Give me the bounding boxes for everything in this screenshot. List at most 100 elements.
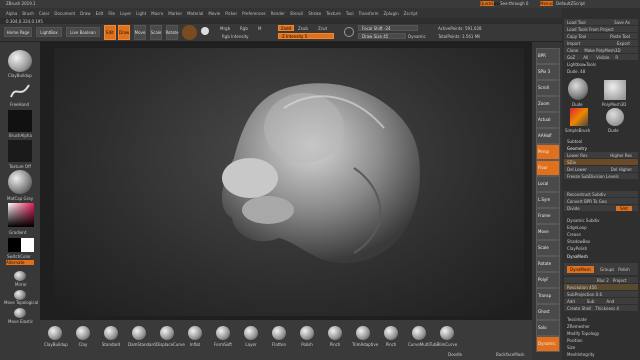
brush-slot[interactable]: ClayBuildup [44,326,68,347]
clone-button[interactable]: Clone [567,48,578,53]
brush-slot[interactable]: DisplaceCurve [156,326,185,347]
menu-item[interactable]: Color [39,11,49,16]
menu-item[interactable]: Brush [22,11,34,16]
all-button[interactable]: All [583,55,588,60]
shelf-button[interactable]: BPR [536,48,560,64]
m-button[interactable]: M [258,26,261,31]
shelf-button[interactable]: L.Sym [536,192,560,208]
live-boolean-button[interactable]: Live Boolean [66,27,100,37]
shelf-button[interactable]: Zoom [536,96,560,112]
shadowbox-header[interactable]: ShadowBox [564,238,638,244]
sub-button[interactable]: Sub [587,299,595,304]
del-lower-button[interactable]: Del Lower [567,167,587,172]
visible-button[interactable]: Visible [596,55,609,60]
shelf-button[interactable]: SPix 3 [536,64,560,80]
brush-slot[interactable]: Polish [296,326,318,347]
alpha-thumbnail[interactable] [8,110,32,132]
reconstruct-subdiv-button[interactable]: Reconstruct Subdiv [564,191,638,197]
secondary-color-swatch[interactable] [21,238,34,252]
menu-item[interactable]: Alpha [6,11,17,16]
menu-item[interactable]: Edit [96,11,104,16]
shelf-button[interactable]: Local [536,176,560,192]
lightbox-tools-button[interactable]: Lightbox▸Tools [564,61,638,67]
shelf-button[interactable]: Scale [536,240,560,256]
thickness-slider[interactable]: Thickness 4 [595,306,619,311]
menu-item[interactable]: Document [54,11,75,16]
zadd-button[interactable]: Zadd [278,25,294,31]
shelf-button[interactable]: Frame [536,208,560,224]
freeze-subdiv-button[interactable]: Freeze SubDivision Levels [564,173,638,179]
scale-button[interactable]: Scale [150,25,162,40]
z-intensity-slider[interactable]: Z Intensity 5 [278,33,334,39]
document-canvas[interactable] [54,48,524,316]
dynamesh-button[interactable]: DynaMesh [567,265,594,273]
focal-shift-slider[interactable]: Focal Shift -24 [358,25,418,31]
dynamic-button[interactable]: Dynamic [408,34,426,39]
zsub-button[interactable]: Zsub [298,26,308,31]
menu-item[interactable]: Texture [326,11,341,16]
shelf-button[interactable]: Rotate [536,256,560,272]
material-swatch[interactable] [182,25,197,40]
brush-slot[interactable]: TrimAdaptive [352,326,378,347]
quicksave-button[interactable]: QuickSave [480,1,501,6]
rgb-intensity-slider[interactable]: Rgb Intensity [222,34,249,39]
brush-thumbnail[interactable] [8,50,32,72]
zremesher-header[interactable]: ZRemesher [564,323,638,329]
edgeloop-header[interactable]: EdgeLoop [564,224,638,230]
divide-button[interactable]: Divide [567,206,580,211]
groups-button[interactable]: Groups [600,267,614,272]
shelf-button[interactable]: Persp [536,144,560,160]
paste-tool-button[interactable]: Paste Tool [610,34,630,39]
load-tool-button[interactable]: Load Tool [567,20,586,25]
menu-item[interactable]: Marker [168,11,182,16]
and-button[interactable]: And [606,299,614,304]
menu-item[interactable]: Layer [120,11,131,16]
menu-item[interactable]: Draw [80,11,90,16]
current-tool-slider[interactable]: Dude. 48 [564,68,638,74]
menu-item[interactable]: Stroke [308,11,321,16]
lightbox-button[interactable]: LightBox [36,27,62,37]
menu-item[interactable]: Light [136,11,146,16]
dynamic-subdiv-header[interactable]: Dynamic Subdiv [564,217,638,223]
del-higher-button[interactable]: Del Higher [611,167,632,172]
smt-toggle[interactable]: Smt [615,205,632,211]
brush-slot[interactable]: Layer [240,326,262,347]
shelf-button[interactable]: Actual [536,112,560,128]
main-color-swatch[interactable] [8,238,21,252]
shelf-button[interactable]: Transp [536,288,560,304]
tool-thumb-dude[interactable] [568,78,588,100]
geometry-header[interactable]: Geometry [564,145,638,151]
seethrough-slider[interactable]: See-through 0 [500,1,528,6]
resolution-slider[interactable]: Resolution 456 [564,284,638,290]
menu-item[interactable]: Stencil [290,11,304,16]
alternate-button[interactable]: Alternate [6,260,34,265]
modify-topology-header[interactable]: Modify Topology [564,330,638,336]
color-picker[interactable] [8,203,34,227]
shelf-button[interactable]: Dynamic [536,336,560,352]
move-topological-icon[interactable] [14,290,26,300]
blur-slider[interactable]: Blur 2 [597,278,609,283]
subprojection-slider[interactable]: SubProjection 0.6 [564,291,638,297]
switchcolor-button[interactable]: SwitchColor [7,254,31,259]
draw-button[interactable]: Draw [118,25,130,40]
shelf-button[interactable]: Move [536,224,560,240]
menu-item[interactable]: Picker [225,11,237,16]
menu-item[interactable]: Macro [151,11,163,16]
lower-res-button[interactable]: Lower Res [567,153,587,158]
brush-slot[interactable]: Standard [100,326,122,347]
brush-slot[interactable]: TrimCurve [436,326,458,347]
menu-item[interactable]: Material [187,11,203,16]
move-button[interactable]: Move [134,25,146,40]
brush-slot[interactable]: Flatten [268,326,290,347]
texture-thumbnail[interactable] [8,140,32,162]
subtool-header[interactable]: Subtool [564,138,638,144]
brush-slot[interactable]: Pinch [380,326,402,347]
zcut-button[interactable]: Zcut [318,26,327,31]
menu-item[interactable]: File [108,11,115,16]
brush-slot[interactable]: Inflat [184,326,206,347]
tessimate-header[interactable]: Tessimate [564,316,638,322]
brush-slot[interactable]: FormSoft [212,326,234,347]
claypolish-header[interactable]: ClayPolish [564,245,638,251]
default-script-button[interactable]: DefaultZScript [556,1,585,6]
draw-size-slider[interactable]: Draw Size 45 [358,33,406,39]
